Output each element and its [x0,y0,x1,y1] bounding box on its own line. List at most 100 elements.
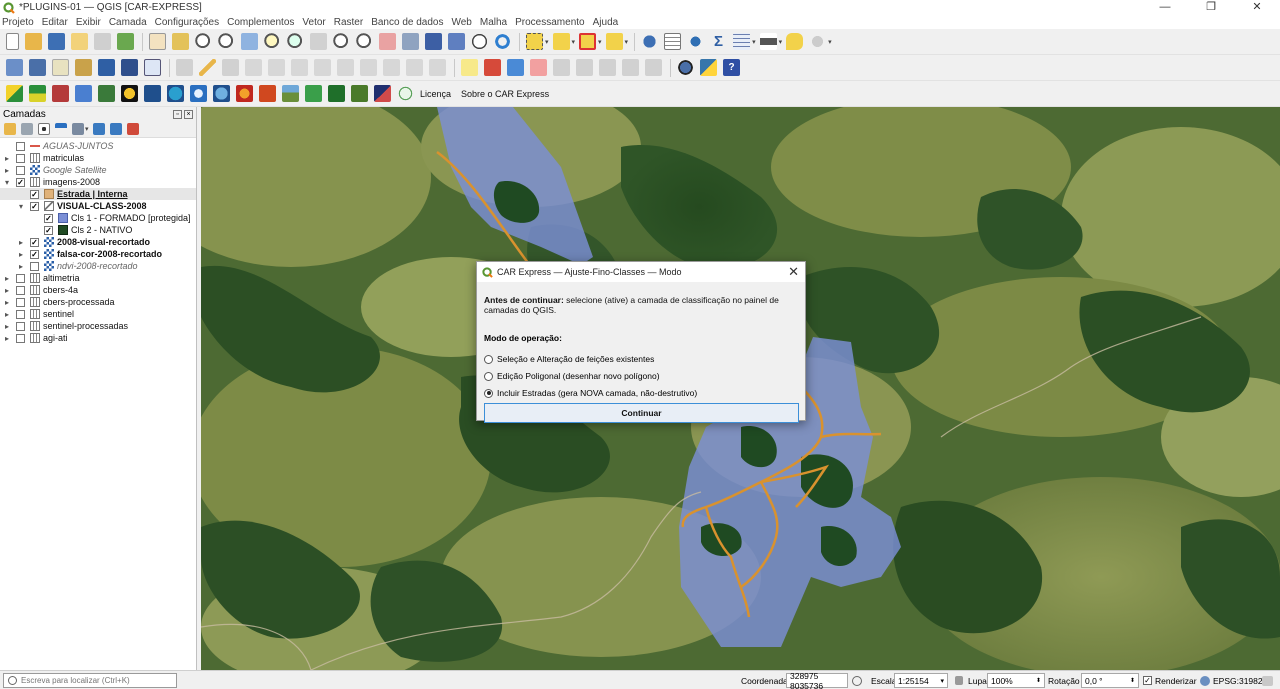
copy-features-icon[interactable] [360,59,377,76]
filter-legend-icon[interactable] [55,123,67,135]
bookmark-icon[interactable] [425,33,442,50]
vertex-tool-icon[interactable] [291,59,308,76]
expand-all-icon[interactable] [92,123,105,135]
add-raster-layer-icon[interactable] [75,59,92,76]
licenca-button[interactable]: Licença [420,89,451,99]
layer-row[interactable]: ▸ Google Satellite [0,164,196,176]
plugin-circle-icon[interactable] [397,85,414,102]
add-vector-layer-icon[interactable] [52,59,69,76]
menu-banco-de-dados[interactable]: Banco de dados [371,17,443,28]
toggle-editing-icon[interactable] [176,59,193,76]
style-manager-icon[interactable] [117,33,134,50]
bookmarks-manager-icon[interactable] [448,33,465,50]
locator-input[interactable] [21,676,171,685]
plugin-map-red-icon[interactable] [52,85,69,102]
zoom-last-icon[interactable] [333,33,350,50]
collapse-all-icon[interactable] [109,123,122,135]
zoom-native-icon[interactable] [310,33,327,50]
plugin-tree-icon[interactable] [305,85,322,102]
sobre-car-express-button[interactable]: Sobre o CAR Express [461,89,549,99]
expand-arrow-icon[interactable]: ▸ [3,310,11,319]
plugin-grid-icon[interactable] [351,85,368,102]
expand-arrow-icon[interactable]: ▸ [3,298,11,307]
add-virtual-layer-icon[interactable] [144,59,161,76]
select-dropdown-arrow-icon[interactable]: ▾ [545,38,549,46]
layer-visibility-checkbox[interactable] [16,321,25,331]
radio-button[interactable] [484,371,493,381]
mode-option[interactable]: Edição Poligonal (desenhar novo polígono… [484,371,798,381]
label-pin-unpin-icon[interactable] [645,59,662,76]
add-mesh-layer-icon[interactable] [98,59,115,76]
scale-dropdown-arrow-icon[interactable]: ▾ [940,677,944,685]
layer-row[interactable]: ▾ ✓ imagens-2008 [0,176,196,188]
layer-visibility-checkbox[interactable]: ✓ [30,201,39,211]
layer-row[interactable]: ▸ ✓ 2008-visual-recortado [0,236,196,248]
layer-visibility-checkbox[interactable]: ✓ [30,189,39,199]
new-geopackage-layer-icon[interactable] [29,59,46,76]
expand-arrow-icon[interactable]: ▸ [3,322,11,331]
digitize-line-icon[interactable] [245,59,262,76]
new-project-icon[interactable] [6,33,19,50]
layer-visibility-checkbox[interactable] [16,333,25,343]
plugin-car-logo-icon[interactable] [6,85,23,102]
new-3d-view-icon[interactable] [402,33,419,50]
menu-complementos[interactable]: Complementos [227,17,294,28]
collapse-arrow-icon[interactable]: ▾ [17,202,25,211]
layer-visibility-checkbox[interactable] [16,273,25,283]
save-edits-icon[interactable] [222,59,239,76]
plugin-forest-icon[interactable] [328,85,345,102]
coordinate-toggle-icon[interactable] [852,675,862,686]
layer-row[interactable]: ▸ ndvi-2008-recortado [0,260,196,272]
expand-arrow-icon[interactable]: ▸ [17,238,25,247]
open-project-icon[interactable] [25,33,42,50]
layer-row[interactable]: ▸ cbers-processada [0,296,196,308]
label-show-hide-icon[interactable] [622,59,639,76]
layer-row[interactable]: ✓ Cls 1 - FORMADO [protegida] [0,212,196,224]
layer-row[interactable]: ✓ Estrada | Interna [0,188,196,200]
label-change-icon[interactable] [599,59,616,76]
layer-row[interactable]: ▸ sentinel [0,308,196,320]
menu-projeto[interactable]: Projeto [2,17,34,28]
mode-option[interactable]: Seleção e Alteração de feições existente… [484,354,798,364]
cut-features-icon[interactable] [337,59,354,76]
python-console-icon[interactable] [700,59,717,76]
layer-visibility-checkbox[interactable]: ✓ [30,249,39,259]
zoom-spin-icon[interactable]: ⬍ [1036,677,1041,684]
radio-button[interactable] [484,354,493,364]
select-by-value-icon[interactable] [552,33,570,50]
settings-gear-icon[interactable] [809,33,827,50]
menu-configuracoes[interactable]: Configurações [155,17,219,28]
measure-dropdown-arrow-icon[interactable]: ▾ [779,38,783,46]
identify-features-icon[interactable] [641,33,659,50]
plugin-network-icon[interactable] [75,85,92,102]
plugin-satellite-icon[interactable] [374,85,391,102]
render-checkbox[interactable]: ✓ [1143,676,1152,685]
messages-icon[interactable] [1262,675,1273,686]
field-calculator-icon[interactable] [733,33,751,50]
label-rotate-icon[interactable] [576,59,593,76]
rotation-field[interactable]: 0,0 ° ⬍ [1081,673,1139,688]
undo-icon[interactable] [406,59,423,76]
select-features-icon[interactable] [526,33,543,50]
plugin-shield-icon[interactable] [121,85,138,102]
expand-arrow-icon[interactable]: ▸ [3,166,11,175]
layer-row[interactable]: ▾ ✓ VISUAL-CLASS-2008 [0,200,196,212]
plugin-world-icon[interactable] [213,85,230,102]
current-edits-pencil-icon[interactable] [199,59,216,76]
label-pin-icon[interactable] [507,59,524,76]
plugin-globe-blue-icon[interactable] [144,85,161,102]
collapse-arrow-icon[interactable]: ▾ [3,178,11,187]
new-map-view-icon[interactable] [379,33,396,50]
deselect-features-icon[interactable] [579,33,597,50]
help-icon[interactable]: ? [723,59,740,76]
dialog-close-icon[interactable]: ✕ [788,264,799,280]
zoom-out-icon[interactable] [218,33,235,50]
radio-button[interactable] [484,388,493,398]
temporal-controller-icon[interactable] [471,33,488,50]
layer-visibility-checkbox[interactable]: ✓ [44,225,53,235]
zoom-in-icon[interactable] [195,33,212,50]
locator-box[interactable] [3,673,177,688]
layer-visibility-checkbox[interactable] [16,285,25,295]
menu-web[interactable]: Web [451,17,471,28]
plugin-landscape-icon[interactable] [282,85,299,102]
